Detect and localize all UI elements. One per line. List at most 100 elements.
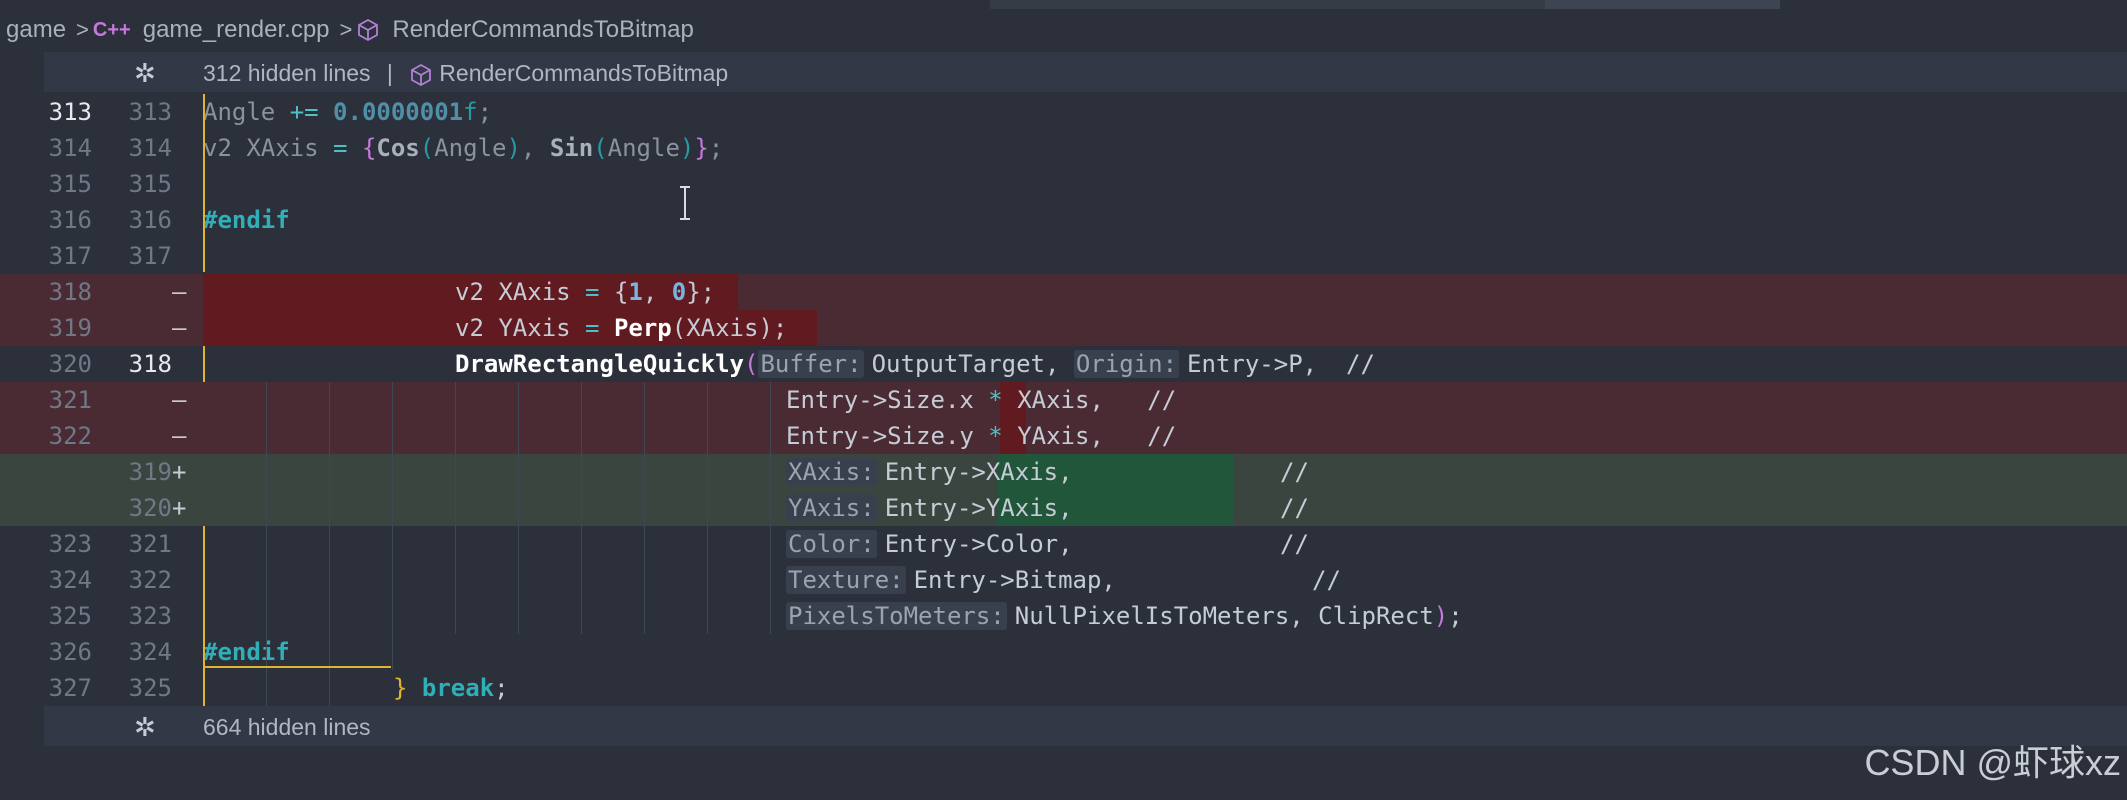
hidden-lines-symbol[interactable]: RenderCommandsToBitmap [439,60,728,86]
horizontal-scrollbar[interactable] [0,0,2127,10]
code-brace: { [361,134,377,162]
old-line-number: 319 [48,314,92,342]
code-operator: = [585,278,600,306]
indent-guide [266,382,267,706]
deleted-code-line[interactable]: 322 — Entry->Size.y * YAxis, // [0,418,2127,454]
old-line-number: 321 [48,386,92,414]
deleted-code-line[interactable]: 319 — v2 YAxis = Perp(XAxis); [0,310,2127,346]
code-punct: , [520,134,550,162]
indent-guide [392,382,393,670]
code-arg: Entry->P, // [1187,350,1375,378]
added-code-line[interactable]: 320 + YAxis: Entry->YAxis, // [0,490,2127,526]
text-cursor-icon [680,186,690,220]
new-line-number [116,418,172,454]
added-marker: + [172,458,187,486]
code-keyword: break [407,674,495,702]
code-line[interactable]: 313 313 Angle += 0.0000001f; [0,94,2127,130]
new-line-number: 320 [128,494,172,522]
indent-guide [581,382,582,634]
new-line-number: 324 [128,638,172,666]
code-line[interactable]: 316 316 #endif [0,202,2127,238]
code-directive: #endif [203,206,290,234]
code-number: 1 [628,278,643,306]
code-operator: = [333,134,348,162]
new-line-number: 316 [128,206,172,234]
code-text: XAxis, // [1002,386,1177,414]
indent-guide [707,382,708,634]
code-suffix: f [463,98,478,126]
breadcrumb-symbol[interactable]: RenderCommandsToBitmap [386,16,699,44]
added-marker: + [172,494,187,522]
old-line-number: 324 [48,566,92,594]
code-text: v2 XAxis [455,278,586,306]
old-line-number: 318 [48,278,92,306]
deleted-code-line[interactable]: 321 — Entry->Size.x * XAxis, // [0,382,2127,418]
deleted-marker: — [172,314,187,342]
old-line-number: 326 [48,638,92,666]
code-paren: ) [506,134,521,162]
code-line[interactable]: 317 317 [0,238,2127,274]
old-line-number: 320 [48,350,92,378]
code-arg: Entry->YAxis, [884,494,1073,522]
code-function: Sin [549,134,594,162]
old-line-number: 317 [48,242,92,270]
inlay-hint: Texture: [786,566,906,594]
change-bar [203,346,205,382]
code-arg: Entry->Bitmap, [913,566,1116,594]
code-ident: Angle [434,134,507,162]
scrollbar-thumb[interactable] [1545,0,1780,9]
code-directive: #endif [203,638,290,666]
hidden-lines-count[interactable]: 312 hidden lines [203,60,371,86]
code-line[interactable]: 325 323 PixelsToMeters: NullPixelIsToMete… [0,598,2127,634]
code-line[interactable]: 320 318 DrawRectangleQuickly(Buffer: Outp… [0,346,2127,382]
inlay-hint: YAxis: [786,494,877,522]
diff-editor[interactable]: ✲ 312 hidden lines | RenderCommandsToBit… [0,52,2127,800]
unfold-icon[interactable]: ✲ [134,712,156,743]
change-bracket [203,666,391,668]
breadcrumb-file[interactable]: game_render.cpp [137,16,336,44]
new-line-number: 314 [128,134,172,162]
hidden-lines-bar-top[interactable]: ✲ 312 hidden lines | RenderCommandsToBit… [44,52,2127,92]
code-text: Angle [203,98,290,126]
code-line[interactable]: 323 321 Color: Entry->Color, // [0,526,2127,562]
code-function: DrawRectangleQuickly [455,350,744,378]
code-text: Entry->Size.y [786,422,989,450]
code-punct: , [642,278,672,306]
old-line-number: 313 [48,98,92,126]
code-line[interactable]: 326 324 #endif [0,634,2127,670]
code-punct: ; [477,98,493,126]
code-line[interactable]: 324 322 Texture: Entry->Bitmap, // [0,562,2127,598]
hidden-lines-bar-bottom[interactable]: ✲ 664 hidden lines [44,706,2127,746]
change-bar [203,526,205,706]
change-bar [203,94,205,272]
chevron-right-icon: > [339,17,353,42]
code-punct: ; [708,134,724,162]
code-paren: ( [593,134,608,162]
code-comment: // [1280,530,1309,558]
code-function: Perp [613,314,672,342]
code-paren: ) [1433,602,1449,630]
code-line[interactable]: 327 325 } break; [0,670,2127,706]
inlay-hint: Color: [786,530,877,558]
new-line-number: 318 [128,350,172,378]
old-line-number: 322 [48,422,92,450]
breadcrumb-folder[interactable]: game [0,16,72,44]
hidden-lines-count[interactable]: 664 hidden lines [203,714,371,741]
code-line[interactable]: 315 315 [0,166,2127,202]
added-code-line[interactable]: 319 + XAxis: Entry->XAxis, // [0,454,2127,490]
code-operator: * [988,386,1003,414]
old-line-number: 314 [48,134,92,162]
inlay-hint: Buffer: [758,350,864,378]
old-line-number [38,454,92,490]
code-arg: OutputTarget, [871,350,1074,378]
unfold-icon[interactable]: ✲ [134,58,156,89]
inlay-hint: XAxis: [786,458,877,486]
deleted-code-line[interactable]: 318 — v2 XAxis = {1, 0}; [0,274,2127,310]
code-punct: ; [1448,602,1463,630]
new-line-number: 319 [128,458,172,486]
code-number: 0 [671,278,687,306]
indent-guide [329,382,330,706]
code-line[interactable]: 314 314 v2 XAxis = {Cos(Angle), Sin(Angl… [0,130,2127,166]
code-punct: ; [494,674,509,702]
old-line-number: 316 [48,206,92,234]
